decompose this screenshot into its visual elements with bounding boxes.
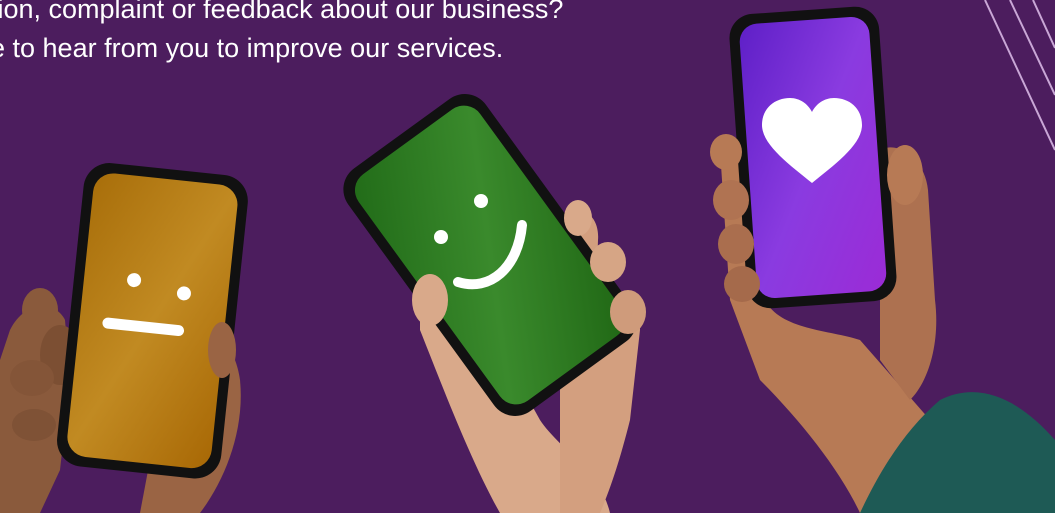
phone-neutral [57,163,248,479]
feedback-hero-banner: tion, complaint or feedback about our bu… [0,0,1055,513]
phones-illustration [0,6,1055,513]
phone-screen-orange [67,173,238,469]
